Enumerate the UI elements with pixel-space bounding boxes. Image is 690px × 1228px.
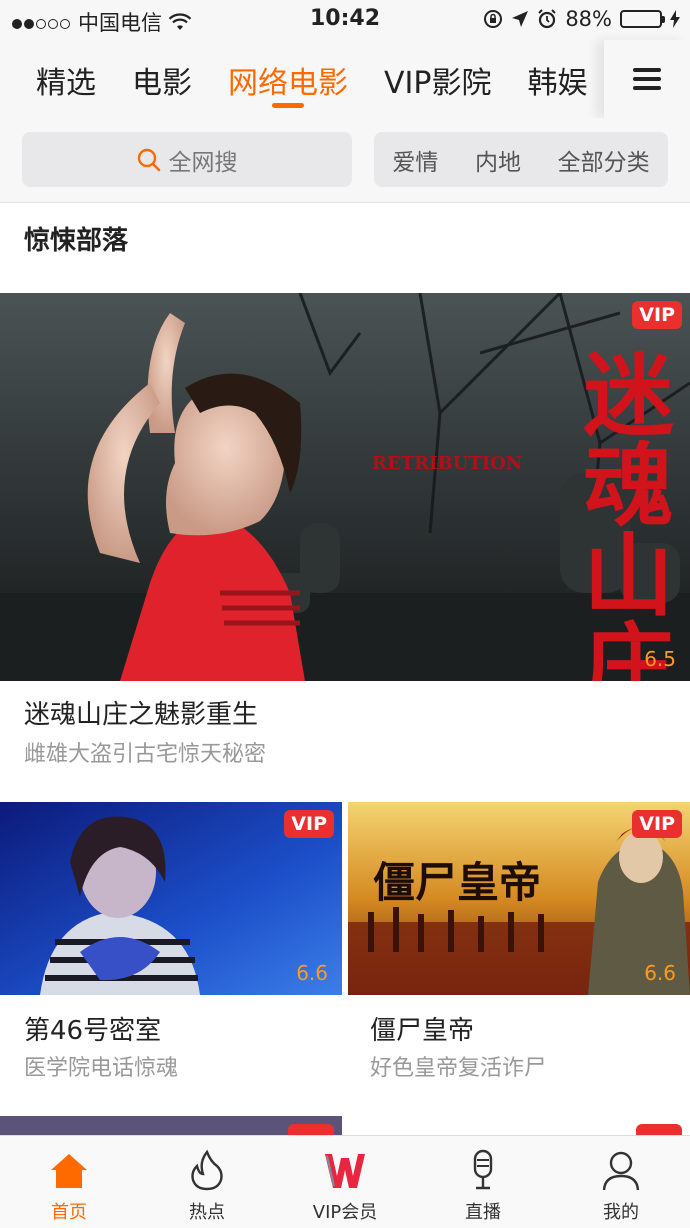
rating-score: 6.6 <box>296 961 328 985</box>
channel-nav: 精选 电影 网络电影 VIP影院 韩娱 <box>0 40 690 118</box>
movie-title[interactable]: 第46号密室 <box>24 1010 161 1047</box>
vip-badge: VIP <box>632 810 682 838</box>
movie-thumbnail[interactable] <box>0 1116 342 1136</box>
vip-w-logo-icon <box>325 1154 365 1188</box>
bottom-tab-bar: 首页 热点 VIP会员 直播 我的 <box>0 1135 690 1228</box>
hero-poster-subtitle: RETRIBUTION <box>372 453 522 474</box>
filter-romance[interactable]: 爱情 <box>392 143 438 177</box>
channel-menu-button[interactable] <box>604 40 690 118</box>
movie-subtitle: 好色皇帝复活诈尸 <box>370 1056 547 1081</box>
vip-badge: VIP <box>284 810 334 838</box>
movie-subtitle: 医学院电话惊魂 <box>24 1056 179 1081</box>
tab-vip-cinema[interactable]: VIP影院 <box>384 40 491 118</box>
rotation-lock-icon <box>484 10 503 28</box>
location-icon <box>512 11 529 27</box>
hero-title[interactable]: 迷魂山庄之魅影重生 <box>24 694 258 731</box>
tab-profile-label: 我的 <box>603 1202 639 1223</box>
filter-mainland[interactable]: 内地 <box>475 143 521 177</box>
channel-tabs: 精选 电影 网络电影 VIP影院 韩娱 <box>0 40 604 118</box>
status-right: 88% <box>483 7 680 31</box>
battery-percent: 88% <box>565 7 612 31</box>
tab-korean-ent[interactable]: 韩娱 <box>527 40 587 118</box>
filter-bar: 全网搜 爱情 内地 全部分类 <box>0 118 690 203</box>
microphone-icon <box>473 1149 493 1190</box>
search-label: 全网搜 <box>168 149 238 176</box>
movie-thumbnail[interactable]: VIP 6.6 <box>0 802 342 995</box>
filter-all-categories[interactable]: 全部分类 <box>558 143 650 177</box>
alarm-icon <box>538 9 557 29</box>
movie-title[interactable]: 僵尸皇帝 <box>370 1010 474 1047</box>
tab-vip-label: VIP会员 <box>312 1202 378 1223</box>
tab-movies[interactable]: 电影 <box>132 40 192 118</box>
hero-poster-image: 迷魂山庄 RETRIBUTION <box>0 293 690 681</box>
movie-thumbnail[interactable] <box>348 1116 690 1136</box>
status-bar: 中国电信 10:42 88% <box>0 0 690 40</box>
tab-featured[interactable]: 精选 <box>36 40 96 118</box>
tab-home-label: 首页 <box>51 1202 87 1223</box>
tab-live-label: 直播 <box>465 1202 501 1223</box>
hero-subtitle: 雌雄大盗引古宅惊天秘密 <box>24 742 267 767</box>
hero-poster-title: 迷魂山庄 <box>568 348 674 681</box>
tab-web-movies[interactable]: 网络电影 <box>228 40 348 118</box>
home-icon <box>51 1154 87 1188</box>
vip-badge: VIP <box>632 301 682 329</box>
search-button[interactable]: 全网搜 <box>22 132 352 187</box>
rating-score: 6.6 <box>644 961 676 985</box>
tab-hot-label: 热点 <box>189 1202 225 1223</box>
movie-poster-title: 僵尸皇帝 <box>373 858 541 907</box>
tab-profile[interactable]: 我的 <box>552 1136 690 1228</box>
battery-icon <box>620 10 665 28</box>
hero-poster[interactable]: 迷魂山庄 RETRIBUTION VIP 6.5 <box>0 293 690 681</box>
flame-icon <box>191 1149 223 1191</box>
category-filters: 爱情 内地 全部分类 <box>374 132 668 187</box>
movie-thumbnail[interactable]: 僵尸皇帝 VIP 6.6 <box>348 802 690 995</box>
rating-score: 6.5 <box>644 647 676 671</box>
hamburger-icon <box>633 63 661 95</box>
charging-bolt-icon <box>670 10 680 28</box>
tab-live[interactable]: 直播 <box>414 1136 552 1228</box>
tab-hot[interactable]: 热点 <box>138 1136 276 1228</box>
tab-home[interactable]: 首页 <box>0 1136 138 1228</box>
search-icon <box>137 148 160 171</box>
tab-vip[interactable]: VIP会员 <box>276 1136 414 1228</box>
section-title: 惊悚部落 <box>24 226 129 256</box>
user-icon <box>602 1151 640 1191</box>
